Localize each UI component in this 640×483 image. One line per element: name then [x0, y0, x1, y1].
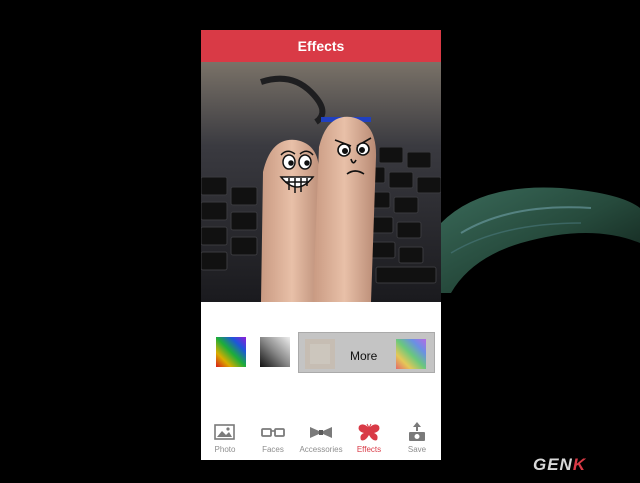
page-title: Effects: [201, 30, 441, 62]
tab-accessories[interactable]: Accessories: [297, 414, 345, 460]
tab-faces[interactable]: Faces: [249, 414, 297, 460]
tab-label: Save: [407, 445, 427, 454]
photo-icon: [214, 424, 235, 440]
tab-label: Accessories: [299, 445, 343, 454]
more-effects-label: More: [350, 349, 378, 363]
save-upload-icon: [409, 422, 425, 441]
tab-save[interactable]: Save: [393, 414, 441, 460]
grayscale-noise-effect-thumbnail[interactable]: [260, 337, 290, 367]
color-noise-effect-thumbnail[interactable]: [216, 337, 246, 367]
tab-photo[interactable]: Photo: [201, 414, 249, 460]
bottom-tab-bar: Photo Faces Accessories Effects Save: [201, 414, 441, 460]
tab-label: Faces: [262, 445, 284, 454]
locked-effect-thumbnail: [305, 339, 335, 369]
glasses-icon: [261, 428, 285, 437]
tab-label: Photo: [214, 445, 236, 454]
genk-watermark-logo: GENK: [533, 455, 587, 474]
effects-selector: More: [201, 302, 441, 414]
tab-label: Effects: [356, 445, 382, 454]
tab-effects[interactable]: Effects: [345, 414, 393, 460]
phone-screen: Effects More Photo Faces Accessories Eff…: [201, 30, 441, 460]
locked-color-effect-thumbnail: [396, 339, 426, 369]
butterfly-icon: [358, 423, 380, 441]
more-effects-locked-group[interactable]: More: [298, 332, 435, 373]
background-leaf-image: [441, 183, 640, 293]
bowtie-icon: [310, 427, 332, 438]
edited-photo-canvas[interactable]: [201, 62, 441, 302]
